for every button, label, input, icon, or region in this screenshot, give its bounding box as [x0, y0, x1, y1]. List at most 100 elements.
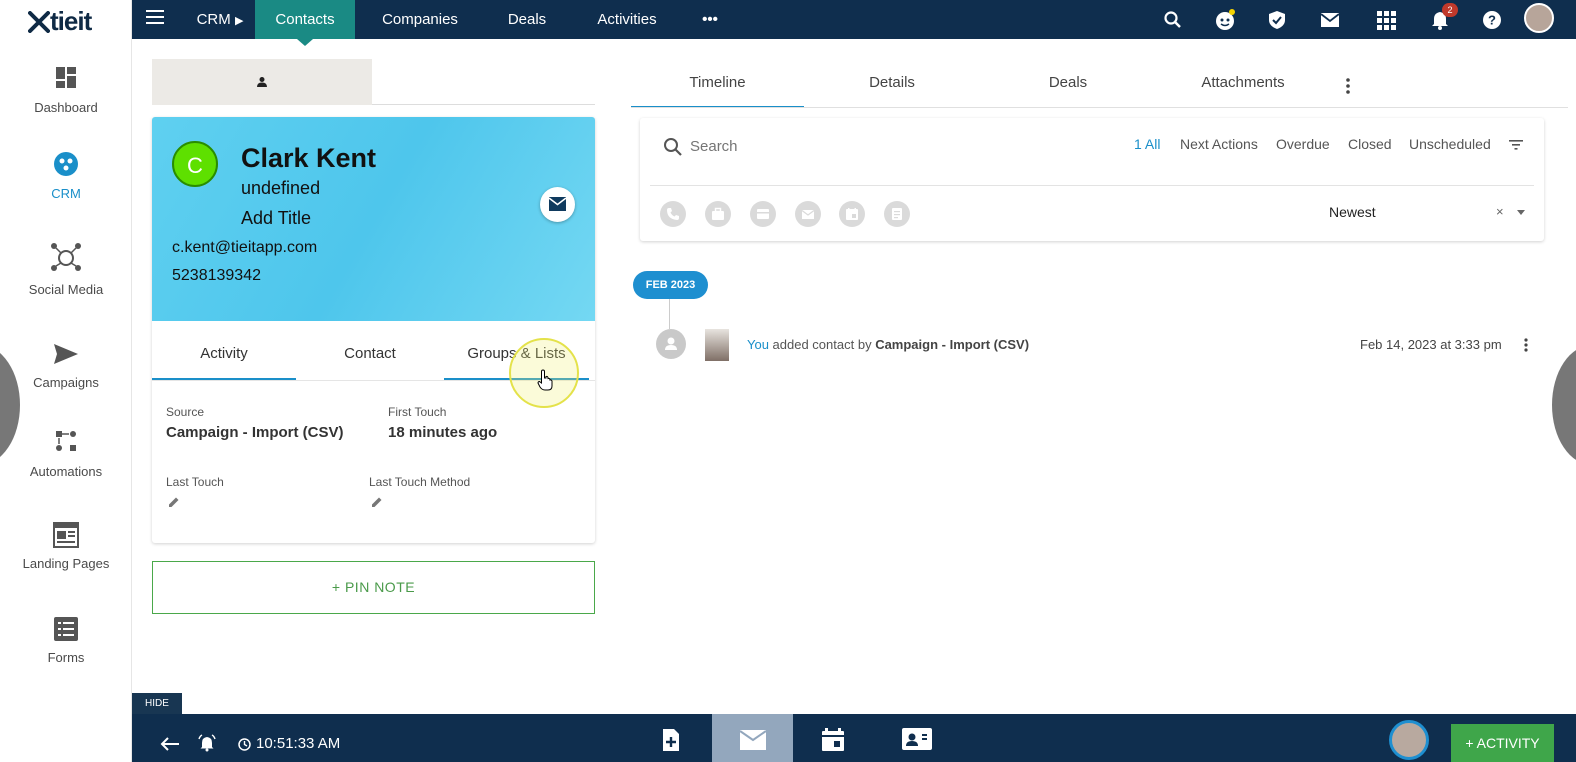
sidebar-item-label: CRM: [51, 186, 81, 201]
filter-notes[interactable]: [750, 201, 776, 227]
new-note-button[interactable]: [631, 714, 712, 762]
phone-icon: [667, 208, 679, 220]
filter-unscheduled[interactable]: Unscheduled: [1409, 136, 1491, 152]
filter-overdue[interactable]: Overdue: [1276, 136, 1330, 152]
dashboard-icon: [56, 67, 76, 88]
calendar-icon: [822, 728, 844, 751]
sidebar-item-label: Landing Pages: [22, 556, 110, 571]
filter-tasks[interactable]: [705, 201, 731, 227]
breadcrumb-crm[interactable]: CRM ▶: [190, 0, 250, 39]
shield-icon[interactable]: [1266, 9, 1288, 31]
filter-closed[interactable]: Closed: [1348, 136, 1392, 152]
user-thumbnail: [705, 329, 729, 361]
contact-card-icon: [902, 728, 932, 750]
contact-header: C Clark Kent undefined Add Title c.kent@…: [152, 117, 595, 321]
first-touch-value: 18 minutes ago: [388, 424, 498, 441]
more-label: •••: [702, 11, 718, 28]
more-tabs-button[interactable]: •••: [695, 0, 725, 39]
filter-emails[interactable]: [795, 201, 821, 227]
entry-actor[interactable]: You: [747, 337, 769, 352]
tab-details[interactable]: Details: [804, 59, 980, 108]
divider: [631, 107, 1568, 108]
contact-company[interactable]: undefined: [241, 178, 320, 199]
add-document-icon: [663, 729, 679, 751]
tab-label: Attachments: [1201, 74, 1285, 91]
sidebar-item-campaigns[interactable]: Campaigns: [0, 339, 132, 390]
new-email-button[interactable]: [712, 714, 793, 762]
timeline-search-input[interactable]: [690, 135, 990, 157]
tab-label: Deals: [507, 11, 547, 28]
tab-companies[interactable]: Companies: [365, 0, 475, 39]
tab-deals[interactable]: Deals: [495, 0, 559, 39]
filter-icon[interactable]: [1509, 139, 1523, 151]
filter-meetings[interactable]: [839, 201, 865, 227]
new-meeting-button[interactable]: [793, 714, 874, 762]
first-touch-label: First Touch: [388, 405, 447, 419]
hamburger-menu-icon[interactable]: [146, 10, 164, 28]
last-touch-method-label: Last Touch Method: [369, 475, 471, 489]
automations-icon: [56, 431, 76, 451]
contact-email[interactable]: c.kent@tieitapp.com: [172, 239, 317, 257]
crm-icon: [54, 152, 78, 176]
filter-documents[interactable]: [884, 201, 910, 227]
entry-action: added contact by: [768, 337, 876, 352]
logo-text: tieit: [50, 6, 92, 36]
tab-contacts[interactable]: Contacts: [255, 0, 355, 46]
sidebar-item-landing-pages[interactable]: Landing Pages: [0, 520, 132, 571]
filter-next-actions[interactable]: Next Actions: [1180, 136, 1258, 152]
sidebar-item-dashboard[interactable]: Dashboard: [0, 64, 132, 115]
card-icon: [757, 209, 769, 219]
bottom-toolbar: 10:51:33 AM + ACTIVITY: [132, 714, 1576, 762]
chevron-down-icon[interactable]: [1517, 210, 1525, 215]
back-arrow-icon[interactable]: [160, 736, 180, 752]
tab-label: Contacts: [275, 11, 335, 28]
tab-timeline[interactable]: Timeline: [631, 59, 804, 108]
alarm-icon[interactable]: [198, 734, 216, 752]
filter-all[interactable]: 1 All: [1134, 136, 1160, 152]
filter-calls[interactable]: [660, 201, 686, 227]
contact-title[interactable]: Add Title: [241, 208, 311, 229]
send-email-button[interactable]: [540, 187, 575, 222]
hide-button[interactable]: HIDE: [132, 693, 182, 714]
pin-note-button[interactable]: + PIN NOTE: [152, 561, 595, 614]
more-vertical-icon[interactable]: [1340, 76, 1356, 96]
user-avatar[interactable]: [1524, 3, 1554, 33]
tab-deals-panel[interactable]: Deals: [980, 59, 1156, 108]
sidebar-item-forms[interactable]: Forms: [0, 614, 132, 665]
help-icon[interactable]: ?: [1481, 9, 1503, 31]
apps-grid-icon[interactable]: [1375, 9, 1397, 31]
sidebar-item-automations[interactable]: Automations: [0, 428, 132, 479]
caret-right-icon: ▶: [234, 15, 244, 27]
contact-phone[interactable]: 5238139342: [172, 267, 261, 285]
more-vertical-icon[interactable]: [1521, 337, 1531, 353]
sidebar-item-social-media[interactable]: Social Media: [0, 240, 132, 297]
person-icon: [656, 329, 686, 359]
edit-pencil-icon[interactable]: [371, 496, 383, 508]
social-media-icon: [51, 243, 81, 271]
sort-select[interactable]: Newest: [1329, 204, 1376, 220]
sidebar: tieit Dashboard CRM Social Media Campaig…: [0, 0, 132, 762]
email-icon: [549, 197, 566, 211]
mail-icon[interactable]: [1319, 9, 1341, 31]
tab-label: Activity: [200, 345, 248, 362]
contact-card-button[interactable]: [874, 714, 955, 762]
profile-tab-strip: [152, 59, 595, 105]
tab-contact[interactable]: Contact: [300, 321, 440, 380]
logo[interactable]: tieit: [28, 6, 92, 37]
email-icon: [801, 210, 815, 219]
send-icon: [54, 344, 78, 364]
sidebar-item-crm[interactable]: CRM: [0, 150, 132, 201]
tab-attachments[interactable]: Attachments: [1156, 59, 1330, 108]
hand-cursor-icon: [537, 369, 553, 391]
search-icon[interactable]: [1162, 9, 1184, 31]
email-icon: [740, 730, 766, 750]
clear-sort-icon[interactable]: ×: [1496, 204, 1504, 219]
tab-activity[interactable]: Activity: [152, 321, 296, 380]
tab-activities[interactable]: Activities: [585, 0, 669, 39]
contact-avatar: C: [172, 141, 218, 187]
tab-profile[interactable]: [152, 59, 372, 105]
edit-pencil-icon[interactable]: [168, 496, 180, 508]
user-avatar[interactable]: [1389, 720, 1429, 760]
add-activity-button[interactable]: + ACTIVITY: [1451, 724, 1554, 762]
assistant-icon[interactable]: [1214, 9, 1236, 31]
